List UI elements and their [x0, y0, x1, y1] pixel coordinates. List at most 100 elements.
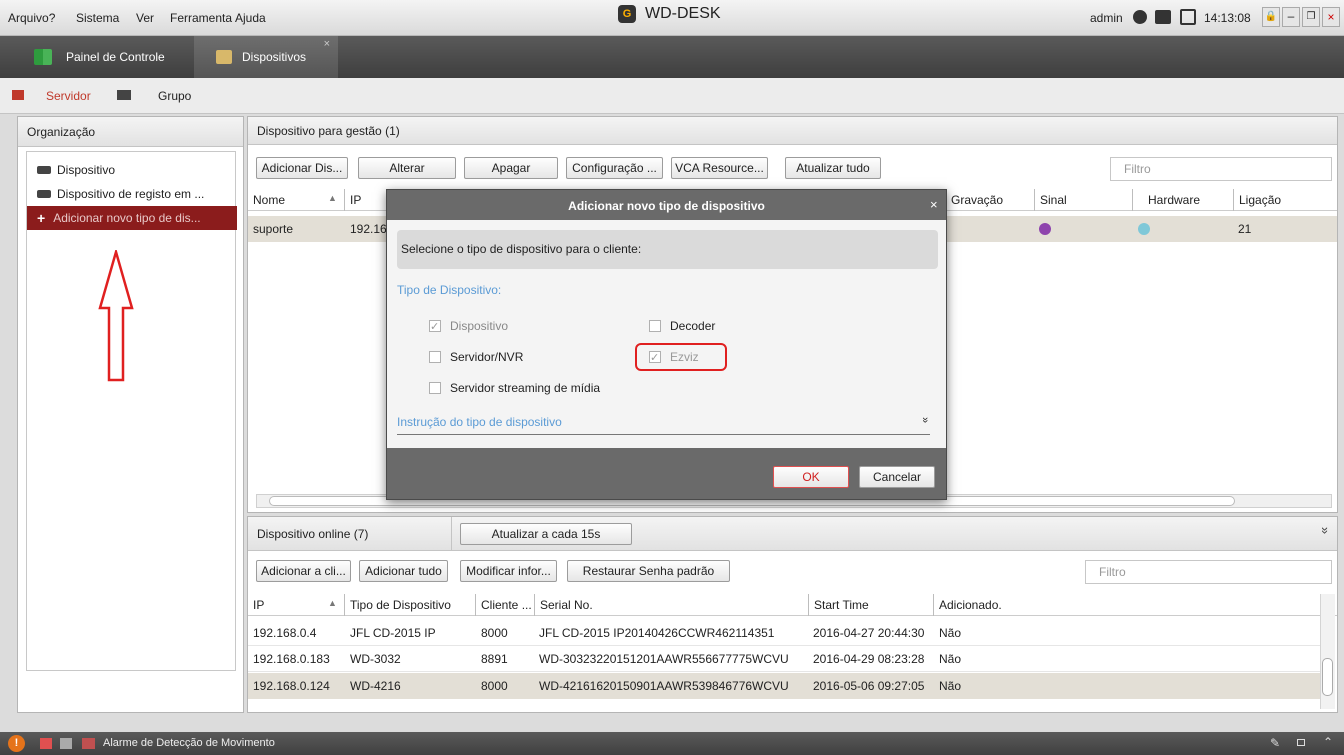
- checkbox[interactable]: [429, 351, 441, 363]
- status-bar: ! Alarme de Detecção de Movimento ✎ ⌃: [0, 732, 1344, 755]
- option-dispositivo[interactable]: Dispositivo: [429, 317, 509, 336]
- option-label: Servidor streaming de mídia: [450, 381, 601, 395]
- add-device-button[interactable]: Adicionar Dis...: [256, 157, 348, 179]
- col-hardware[interactable]: Hardware: [1132, 189, 1200, 211]
- menu-ferramenta[interactable]: Ferramenta: [170, 11, 232, 25]
- tab-dispositivos[interactable]: Dispositivos ×: [194, 36, 338, 78]
- globe-icon[interactable]: [1133, 10, 1147, 24]
- device-icon: [216, 50, 232, 64]
- col-gravacao[interactable]: Gravação: [946, 189, 1003, 211]
- expand-up-icon[interactable]: ⌃: [1323, 735, 1333, 749]
- checkbox[interactable]: [429, 318, 441, 336]
- vca-resource-button[interactable]: VCA Resource...: [671, 157, 768, 179]
- collapse-icon[interactable]: »: [1318, 527, 1333, 534]
- menu-arquivo[interactable]: Arquivo?: [8, 11, 55, 25]
- option-streaming[interactable]: Servidor streaming de mídia: [429, 379, 600, 397]
- annotation-arrow: [98, 250, 134, 382]
- tab-servidor[interactable]: Servidor: [46, 89, 91, 103]
- restore-password-button[interactable]: Restaurar Senha padrão: [567, 560, 730, 582]
- tree-item-registo[interactable]: Dispositivo de registo em ...: [27, 182, 237, 206]
- menu-ajuda[interactable]: Ajuda: [235, 11, 266, 25]
- pin-icon[interactable]: ✎: [1270, 736, 1280, 750]
- alter-button[interactable]: Alterar: [358, 157, 456, 179]
- alarm-icon[interactable]: [40, 738, 52, 749]
- option-label: Decoder: [670, 319, 716, 333]
- col-nome[interactable]: Nome: [248, 189, 285, 211]
- management-filter-input[interactable]: Filtro: [1110, 157, 1332, 181]
- col-adicionado[interactable]: Adicionado.: [933, 594, 1002, 616]
- col-serial[interactable]: Serial No.: [534, 594, 593, 616]
- lock-icon[interactable]: 🔒: [1262, 7, 1280, 27]
- instruction-expander[interactable]: Instrução do tipo de dispositivo »: [397, 415, 931, 435]
- option-label: Dispositivo: [450, 319, 509, 333]
- checkbox[interactable]: [649, 320, 661, 332]
- col-tipo[interactable]: Tipo de Dispositivo: [344, 594, 451, 616]
- cell-start-time: 2016-04-29 08:23:28: [813, 652, 925, 666]
- cell-cliente: 8000: [481, 679, 508, 693]
- col-ligacao[interactable]: Ligação: [1233, 189, 1281, 211]
- dialog-prompt: Selecione o tipo de dispositivo para o c…: [397, 230, 938, 269]
- tree-item-adicionar-tipo[interactable]: + Adicionar novo tipo de dis...: [27, 206, 237, 230]
- dialog-close-icon[interactable]: ×: [930, 197, 938, 212]
- col-start-time[interactable]: Start Time: [808, 594, 869, 616]
- tree-item-dispositivo[interactable]: Dispositivo: [27, 158, 237, 182]
- col-sinal[interactable]: Sinal: [1034, 189, 1067, 211]
- tab-painel-de-controle[interactable]: Painel de Controle: [0, 36, 192, 78]
- checkbox[interactable]: [429, 382, 441, 394]
- expand-icon[interactable]: »: [919, 417, 931, 423]
- clock-time: 14:13:08: [1204, 11, 1251, 25]
- org-tree: Dispositivo Dispositivo de registo em ..…: [26, 151, 237, 671]
- close-icon[interactable]: ×: [1322, 7, 1340, 27]
- window-icon[interactable]: [1297, 739, 1305, 746]
- tree-label: Dispositivo: [57, 163, 116, 177]
- col-ip[interactable]: IP: [344, 189, 361, 211]
- management-header: Dispositivo para gestão (1): [248, 117, 1337, 145]
- cell-tipo: WD-3032: [350, 652, 401, 666]
- refresh-all-button[interactable]: Atualizar tudo: [785, 157, 881, 179]
- divider: [451, 517, 452, 551]
- refresh-interval-button[interactable]: Atualizar a cada 15s: [460, 523, 632, 545]
- close-tab-icon[interactable]: ×: [324, 38, 330, 50]
- add-all-button[interactable]: Adicionar tudo: [359, 560, 448, 582]
- vertical-scrollbar[interactable]: [1320, 594, 1335, 709]
- cell-start-time: 2016-05-06 09:27:05: [813, 679, 925, 693]
- organization-panel: Organização Dispositivo Dispositivo de r…: [17, 116, 244, 713]
- add-to-client-button[interactable]: Adicionar a cli...: [256, 560, 351, 582]
- tab-grupo[interactable]: Grupo: [158, 89, 191, 103]
- table-row[interactable]: 192.168.0.4 JFL CD-2015 IP 8000 JFL CD-2…: [248, 620, 1320, 646]
- delete-button[interactable]: Apagar: [464, 157, 558, 179]
- option-decoder[interactable]: Decoder: [649, 317, 715, 335]
- device-icon: [37, 166, 51, 174]
- alert-icon[interactable]: !: [8, 735, 25, 752]
- restore-icon[interactable]: ❐: [1302, 7, 1320, 27]
- org-header: Organização: [18, 117, 243, 147]
- motion-icon[interactable]: [82, 738, 95, 749]
- col-cliente[interactable]: Cliente ...: [475, 594, 532, 616]
- menu-sistema[interactable]: Sistema: [76, 11, 119, 25]
- col-ip[interactable]: IP: [248, 594, 264, 616]
- cancel-button[interactable]: Cancelar: [859, 466, 935, 488]
- table-row[interactable]: 192.168.0.124 WD-4216 8000 WD-4216162015…: [248, 673, 1320, 699]
- plus-icon: +: [37, 210, 46, 226]
- dashboard-icon: [34, 49, 52, 65]
- network-icon[interactable]: [1180, 9, 1196, 25]
- scrollbar-thumb[interactable]: [1322, 658, 1333, 696]
- menu-ver[interactable]: Ver: [136, 11, 154, 25]
- cpu-icon[interactable]: [1155, 10, 1171, 24]
- cell-tipo: WD-4216: [350, 679, 401, 693]
- menu-bar: Arquivo? Sistema Ver Ferramenta Ajuda G …: [0, 0, 1344, 36]
- option-servidor-nvr[interactable]: Servidor/NVR: [429, 348, 523, 366]
- online-filter-input[interactable]: Filtro: [1085, 560, 1332, 584]
- config-button[interactable]: Configuração ...: [566, 157, 663, 179]
- server-icon: [12, 90, 24, 100]
- add-device-type-dialog: Adicionar novo tipo de dispositivo × Sel…: [386, 189, 947, 500]
- table-row[interactable]: 192.168.0.183 WD-3032 8891 WD-3032322015…: [248, 646, 1320, 672]
- cell-cliente: 8891: [481, 652, 508, 666]
- device-icon: [37, 190, 51, 198]
- modify-info-button[interactable]: Modificar infor...: [460, 560, 557, 582]
- signal-icon: [1039, 223, 1051, 235]
- minimize-icon[interactable]: –: [1282, 7, 1300, 27]
- ok-button[interactable]: OK: [773, 466, 849, 488]
- image-icon[interactable]: [60, 738, 72, 749]
- group-icon: [117, 90, 131, 100]
